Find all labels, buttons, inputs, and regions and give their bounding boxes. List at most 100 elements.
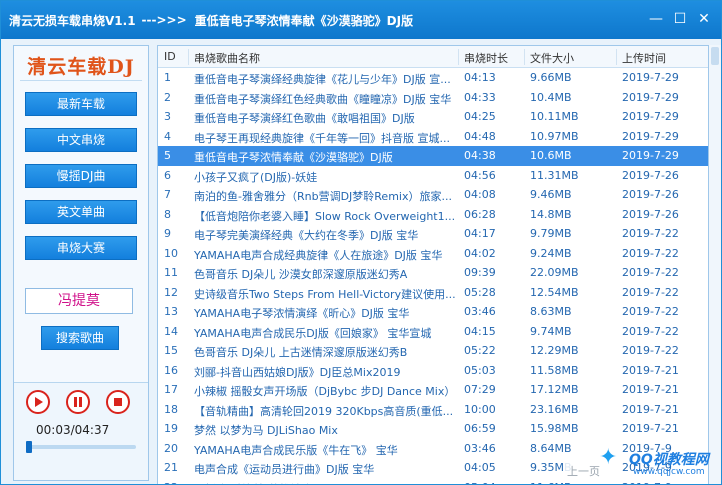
row-file-size: 9.66MB xyxy=(530,71,572,84)
row-id: 2 xyxy=(164,90,171,104)
table-row[interactable]: 14 YAMAHA电声合成民乐DJ版《回娘家》 宝华宣城 04:15 9.74MB 20… xyxy=(158,322,708,342)
table-row[interactable]: 5 重低音电子琴浓情奉献《沙漠骆驼》DJ版 04:38 10.6MB 2019-7-29 xyxy=(158,146,708,166)
row-duration: 03:46 xyxy=(464,441,496,455)
row-song-name: 色哥音乐 DJ朵儿 上古迷情深邃原版迷幻秀B xyxy=(194,346,408,359)
nav-latest-button[interactable]: 最新车载 xyxy=(25,92,137,116)
row-song-name: YAMAHA电声合成民乐版《牛在飞》 宝华 xyxy=(194,443,398,457)
table-row[interactable]: 3 重低音电子琴演绎红色歌曲《敢唱祖国》DJ版 04:25 10.11MB 2019-7… xyxy=(158,107,708,127)
table-row[interactable]: 1 重低音电子琴演绎经典旋律《花儿与少年》DJ版 宣... 04:13 9.66MB 2… xyxy=(158,68,708,88)
row-duration: 05:03 xyxy=(464,363,496,377)
row-song-name: 刘郦-抖音山西姑娘DJ版》DJ臣总Mix2019 xyxy=(194,365,401,379)
row-upload-date: 2019-7-29 xyxy=(622,71,679,84)
row-song-name: 重低音电子琴演绎红色经典歌曲《瞳瞳凉》DJ版 宝华 xyxy=(194,92,452,106)
table-row[interactable]: 17 小辣椒 摇骰女声开场版（DjBybc 步DJ Dance Mix） 07:29… xyxy=(158,380,708,400)
table-row[interactable]: 18 【音轨精曲】高清轮回2019 320Kbps高音质(重低... 10:00 23… xyxy=(158,400,708,420)
pause-icon xyxy=(74,397,82,407)
row-upload-date: 2019-7-21 xyxy=(622,422,679,435)
row-upload-date: 2019-7-21 xyxy=(622,363,679,377)
minimize-button[interactable]: — xyxy=(647,10,665,28)
header-divider xyxy=(524,49,525,65)
row-file-size: 9.74MB xyxy=(530,324,572,338)
header-divider xyxy=(458,49,459,65)
row-duration: 04:33 xyxy=(464,90,496,104)
table-row[interactable]: 13 YAMAHA电子琴浓情演绎《昕心》DJ版 宝华 03:46 8.63MB 2019… xyxy=(158,302,708,322)
table-row[interactable]: 7 南泊的鱼-雅舍雅分（Rnb营调DJ梦聆Remix）旅家... 04:08 9.46… xyxy=(158,185,708,205)
search-input[interactable]: 冯提莫 xyxy=(25,288,133,314)
pause-button[interactable] xyxy=(66,390,90,414)
table-row[interactable]: 10 YAMAHA电声合成经典旋律《人在旅途》DJ版 宝华 04:02 9.24MB 2… xyxy=(158,244,708,264)
row-file-size: 10.97MB xyxy=(530,129,579,143)
row-id: 22 xyxy=(164,481,188,485)
scrollbar[interactable] xyxy=(709,45,721,484)
row-song-name: 阿娇欢-酷比美(英雄钟攻Remix) xyxy=(194,481,458,485)
table-row[interactable]: 12 史诗级音乐Two Steps From Hell-Victory建议使用..… xyxy=(158,283,708,303)
close-button[interactable]: ✕ xyxy=(695,10,713,28)
table-row[interactable]: 21 电声合成《运动员进行曲》DJ版 宝华 04:05 9.35MB 2019-7-9 xyxy=(158,458,708,478)
table-row[interactable]: 2 重低音电子琴演绎红色经典歌曲《瞳瞳凉》DJ版 宝华 04:33 10.4MB 201… xyxy=(158,88,708,108)
window-controls: — ☐ ✕ xyxy=(647,10,713,28)
nav-medley-contest-button[interactable]: 串烧大赛 xyxy=(25,236,137,260)
table-row[interactable]: 15 色哥音乐 DJ朵儿 上古迷情深邃原版迷幻秀B 05:22 12.29MB 2019… xyxy=(158,341,708,361)
header-song-name[interactable]: 串烧歌曲名称 xyxy=(194,50,260,66)
stop-button[interactable] xyxy=(106,390,130,414)
row-song-name: 小孩子又疯了(DJ版)-妖娃 xyxy=(194,170,318,184)
row-song-name: 电声合成《运动员进行曲》DJ版 宝华 xyxy=(194,463,375,476)
row-upload-date: 2019-7-22 xyxy=(622,324,679,338)
row-file-size: 14.8MB xyxy=(530,207,572,221)
search-songs-button[interactable]: 搜索歌曲 xyxy=(41,326,119,350)
table-row[interactable]: 4 电子琴王再现经典旋律《千年等一回》抖音版 宣城... 04:48 10.97MB 2… xyxy=(158,127,708,147)
row-id: 11 xyxy=(164,266,178,279)
row-song-name: 重低音电子琴演绎红色歌曲《敢唱祖国》DJ版 xyxy=(194,112,415,125)
row-duration: 05:28 xyxy=(464,285,496,299)
row-duration: 04:25 xyxy=(464,110,496,123)
table-row[interactable]: 11 色哥音乐 DJ朵儿 沙漠女郎深邃原版迷幻秀A 09:39 22.09MB 2019… xyxy=(158,263,708,283)
header-file-size[interactable]: 文件大小 xyxy=(530,50,574,66)
row-id: 15 xyxy=(164,344,178,357)
song-list: ID 串烧歌曲名称 串烧时长 文件大小 上传时间 1 重低音电子琴演绎经典旋律《花… xyxy=(157,45,709,485)
bird-icon: ✦ xyxy=(599,445,618,470)
row-id: 20 xyxy=(164,441,178,455)
nav-english-single-button[interactable]: 英文单曲 xyxy=(25,200,137,224)
maximize-button[interactable]: ☐ xyxy=(671,10,689,28)
row-id: 14 xyxy=(164,324,178,338)
table-row[interactable]: 9 电子琴完美演绎经典《大约在冬季》DJ版 宝华 04:17 9.79MB 2019-7… xyxy=(158,224,708,244)
play-icon xyxy=(35,397,43,407)
row-id: 10 xyxy=(164,246,178,260)
row-duration: 03:46 xyxy=(464,305,496,318)
scrollbar-thumb[interactable] xyxy=(711,47,719,65)
table-row[interactable]: 22 阿娇欢-酷比美(英雄钟攻Remix) 05:04 11.6MB 2019-7-9 xyxy=(158,478,708,485)
row-song-name: 重低音电子琴浓情奉献《沙漠骆驼》DJ版 xyxy=(194,151,393,164)
header-duration[interactable]: 串烧时长 xyxy=(464,50,508,66)
row-upload-date: 2019-7-21 xyxy=(622,402,679,416)
row-upload-date: 2019-7-29 xyxy=(622,90,679,104)
table-row[interactable]: 19 梦然 以梦为马 DJLiShao Mix 06:59 15.98MB 2019-7… xyxy=(158,419,708,439)
row-duration: 06:59 xyxy=(464,422,496,435)
play-button[interactable] xyxy=(26,390,50,414)
row-song-name: YAMAHA电声合成经典旋律《人在旅途》DJ版 宝华 xyxy=(194,248,443,262)
row-song-name: YAMAHA电声合成民乐DJ版《回娘家》 宝华宣城 xyxy=(194,326,432,340)
watermark-site: QQ视教程网 xyxy=(629,452,709,468)
table-row[interactable]: 6 小孩子又疯了(DJ版)-妖娃 04:56 11.31MB 2019-7-26 xyxy=(158,166,708,186)
header-upload-date[interactable]: 上传时间 xyxy=(622,50,666,66)
header-id[interactable]: ID xyxy=(164,50,176,63)
row-upload-date: 2019-7-26 xyxy=(622,168,679,182)
brand-logo: 清云车载DJ xyxy=(27,56,135,78)
nav-slow-dj-button[interactable]: 慢摇DJ曲 xyxy=(25,164,137,188)
stop-icon xyxy=(114,398,122,406)
row-upload-date: 2019-7-26 xyxy=(622,188,679,201)
table-row[interactable]: 8 【低音炮陪你老婆入睡】Slow Rock Overweight1... 06:2… xyxy=(158,205,708,225)
row-file-size: 8.63MB xyxy=(530,305,572,318)
row-id: 3 xyxy=(164,110,171,123)
row-upload-date: 2019-7-9 xyxy=(622,481,706,485)
table-row[interactable]: 16 刘郦-抖音山西姑娘DJ版》DJ臣总Mix2019 05:03 11.58MB 20… xyxy=(158,361,708,381)
row-file-size: 10.6MB xyxy=(530,149,572,162)
table-row[interactable]: 20 YAMAHA电声合成民乐版《牛在飞》 宝华 03:46 8.64MB 2019-7… xyxy=(158,439,708,459)
row-file-size: 12.54MB xyxy=(530,285,579,299)
row-duration: 04:17 xyxy=(464,227,496,240)
progress-bar[interactable] xyxy=(26,441,136,453)
row-song-name: 电子琴完美演绎经典《大约在冬季》DJ版 宝华 xyxy=(194,229,419,242)
row-id: 9 xyxy=(164,227,171,240)
row-upload-date: 2019-7-22 xyxy=(622,266,679,279)
nav-chinese-medley-button[interactable]: 中文串烧 xyxy=(25,128,137,152)
progress-handle[interactable] xyxy=(26,441,32,453)
